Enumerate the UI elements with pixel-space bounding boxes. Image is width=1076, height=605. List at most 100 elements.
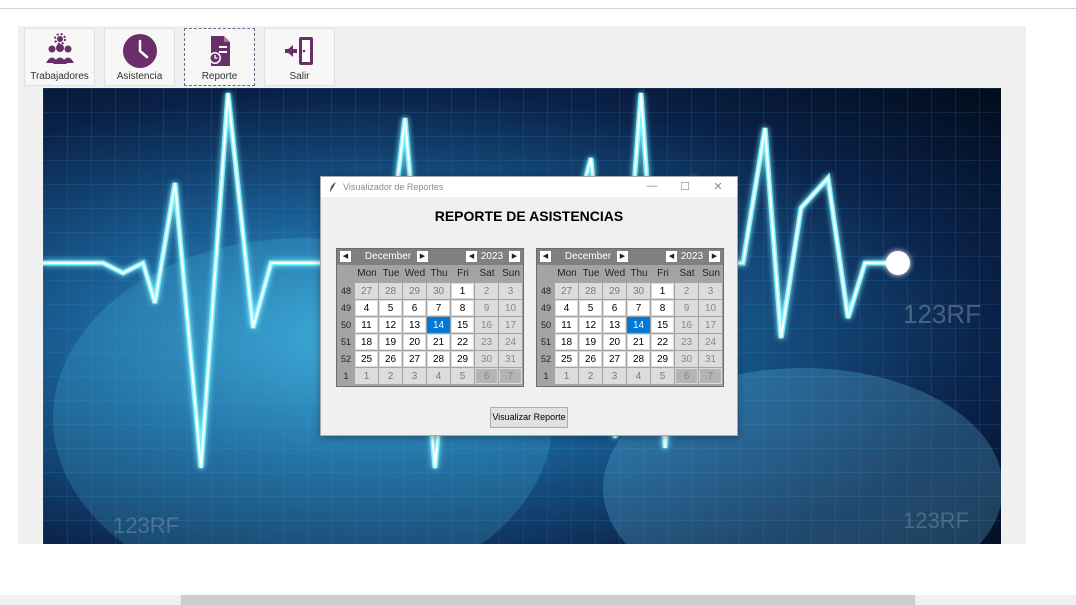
minimize-button[interactable]: — [645,180,659,192]
calendar-day[interactable]: 19 [379,334,402,350]
calendar-day[interactable]: 4 [355,300,378,316]
calendar-day[interactable]: 1 [651,283,674,299]
calendar-day[interactable]: 21 [427,334,450,350]
calendar-day[interactable]: 2 [475,283,498,299]
calendar-day[interactable]: 19 [579,334,602,350]
next-year-button[interactable]: ▶ [509,251,520,262]
calendar-day[interactable]: 20 [603,334,626,350]
calendar-day[interactable]: 27 [603,351,626,367]
prev-month-button[interactable]: ◀ [540,251,551,262]
calendar-day[interactable]: 7 [699,368,722,384]
calendar-day[interactable]: 2 [579,368,602,384]
close-button[interactable]: ✕ [711,180,725,193]
calendar-day[interactable]: 29 [403,283,426,299]
calendar-day[interactable]: 27 [555,283,578,299]
calendar-day[interactable]: 1 [451,283,474,299]
calendar-day[interactable]: 3 [603,368,626,384]
next-month-button[interactable]: ▶ [417,251,428,262]
calendar-day[interactable]: 3 [699,283,722,299]
calendar-day[interactable]: 18 [555,334,578,350]
calendar-day[interactable]: 6 [475,368,498,384]
calendar-day[interactable]: 26 [379,351,402,367]
calendar-day[interactable]: 22 [651,334,674,350]
calendar-day[interactable]: 23 [675,334,698,350]
calendar-day[interactable]: 1 [555,368,578,384]
calendar-day[interactable]: 12 [379,317,402,333]
calendar-day[interactable]: 25 [555,351,578,367]
calendar-day[interactable]: 17 [699,317,722,333]
calendar-day[interactable]: 2 [379,368,402,384]
calendar-day[interactable]: 23 [475,334,498,350]
calendar-day[interactable]: 14 [427,317,450,333]
calendar-day[interactable]: 5 [579,300,602,316]
calendar-day[interactable]: 22 [451,334,474,350]
calendar-day[interactable]: 9 [475,300,498,316]
calendar-day[interactable]: 16 [475,317,498,333]
dialog-titlebar[interactable]: Visualizador de Reportes — ☐ ✕ [321,177,737,197]
calendar-day[interactable]: 21 [627,334,650,350]
calendar-day[interactable]: 28 [579,283,602,299]
salir-button[interactable]: Salir [264,28,335,86]
calendar-day[interactable]: 30 [627,283,650,299]
calendar-day[interactable]: 15 [451,317,474,333]
maximize-button[interactable]: ☐ [678,180,692,193]
calendar-day[interactable]: 8 [651,300,674,316]
calendar-day[interactable]: 6 [603,300,626,316]
prev-year-button[interactable]: ◀ [666,251,677,262]
prev-month-button[interactable]: ◀ [340,251,351,262]
trabajadores-button[interactable]: Trabajadores [24,28,95,86]
calendar-day[interactable]: 10 [499,300,522,316]
next-month-button[interactable]: ▶ [617,251,628,262]
calendar-day[interactable]: 6 [675,368,698,384]
calendar-day[interactable]: 30 [475,351,498,367]
calendar-day[interactable]: 29 [451,351,474,367]
calendar-day[interactable]: 8 [451,300,474,316]
next-year-button[interactable]: ▶ [709,251,720,262]
calendar-day[interactable]: 5 [379,300,402,316]
calendar-day[interactable]: 9 [675,300,698,316]
calendar-day[interactable]: 13 [603,317,626,333]
calendar-day[interactable]: 17 [499,317,522,333]
calendar-day[interactable]: 31 [499,351,522,367]
calendar-day[interactable]: 18 [355,334,378,350]
calendar-day[interactable]: 4 [427,368,450,384]
calendar-day[interactable]: 5 [451,368,474,384]
calendar-day[interactable]: 5 [651,368,674,384]
calendar-day[interactable]: 26 [579,351,602,367]
calendar-day[interactable]: 4 [555,300,578,316]
calendar-day[interactable]: 27 [403,351,426,367]
calendar-day[interactable]: 11 [355,317,378,333]
calendar-day[interactable]: 28 [427,351,450,367]
calendar-day[interactable]: 29 [603,283,626,299]
calendar-day[interactable]: 1 [355,368,378,384]
calendar-day[interactable]: 7 [627,300,650,316]
calendar-day[interactable]: 28 [379,283,402,299]
scrollbar-thumb[interactable] [181,595,915,605]
reporte-button[interactable]: Reporte [184,28,255,86]
calendar-day[interactable]: 4 [627,368,650,384]
calendar-day[interactable]: 2 [675,283,698,299]
calendar-day[interactable]: 30 [427,283,450,299]
calendar-day[interactable]: 13 [403,317,426,333]
visualizar-reporte-button[interactable]: Visualizar Reporte [490,407,568,428]
calendar-day[interactable]: 3 [403,368,426,384]
calendar-day[interactable]: 10 [699,300,722,316]
asistencia-button[interactable]: Asistencia [104,28,175,86]
calendar-day[interactable]: 27 [355,283,378,299]
calendar-day[interactable]: 3 [499,283,522,299]
calendar-day[interactable]: 25 [355,351,378,367]
calendar-day[interactable]: 24 [499,334,522,350]
prev-year-button[interactable]: ◀ [466,251,477,262]
calendar-day[interactable]: 30 [675,351,698,367]
calendar-day[interactable]: 31 [699,351,722,367]
calendar-day[interactable]: 7 [427,300,450,316]
calendar-day[interactable]: 28 [627,351,650,367]
calendar-day[interactable]: 11 [555,317,578,333]
calendar-day[interactable]: 12 [579,317,602,333]
calendar-day[interactable]: 15 [651,317,674,333]
calendar-day[interactable]: 20 [403,334,426,350]
calendar-day[interactable]: 7 [499,368,522,384]
calendar-day[interactable]: 16 [675,317,698,333]
calendar-day[interactable]: 24 [699,334,722,350]
calendar-day[interactable]: 14 [627,317,650,333]
